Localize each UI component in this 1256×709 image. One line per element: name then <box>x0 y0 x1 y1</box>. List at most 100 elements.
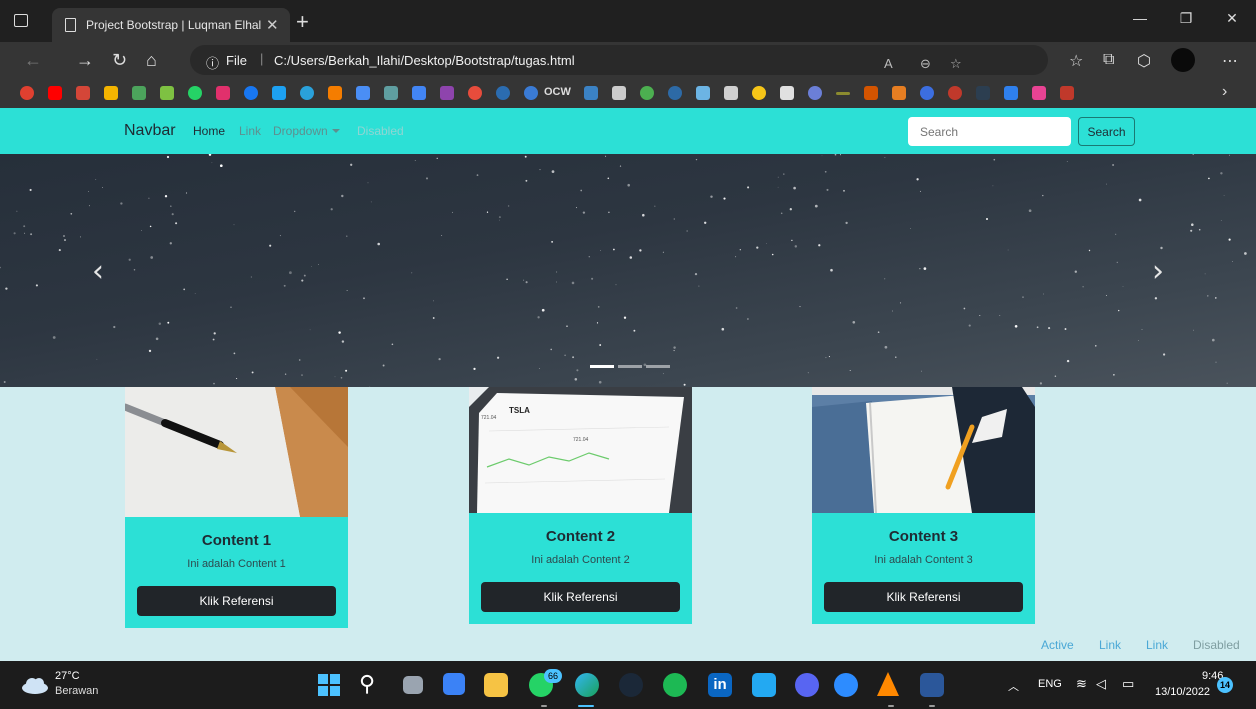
window-close-icon[interactable]: ✕ <box>1217 10 1247 27</box>
card-button-2[interactable]: Klik Referensi <box>481 582 680 612</box>
spotify-taskbar-icon[interactable] <box>663 673 687 697</box>
clock-date[interactable]: 13/10/2022 <box>1155 686 1210 698</box>
read-aloud-icon[interactable]: A <box>884 56 893 71</box>
new-tab-icon[interactable]: + <box>296 9 309 35</box>
app-bookmark-icon[interactable] <box>584 86 598 100</box>
nav-link-link[interactable]: Link <box>239 124 261 138</box>
notion-bookmark-icon[interactable] <box>780 86 794 100</box>
forward-icon[interactable]: → <box>76 50 94 71</box>
carousel-next-icon[interactable]: › <box>1152 254 1164 289</box>
volume-icon[interactable]: ◁ <box>1096 676 1106 692</box>
dash-bookmark-icon[interactable] <box>836 92 850 95</box>
trend-bookmark-icon[interactable] <box>132 86 146 100</box>
yellow-bookmark-icon[interactable] <box>752 86 766 100</box>
blogger-bookmark-icon[interactable] <box>328 86 342 100</box>
discord-taskbar-icon[interactable] <box>795 673 819 697</box>
figma-bookmark-icon[interactable] <box>892 86 906 100</box>
task-view-icon[interactable] <box>403 676 423 694</box>
refresh-icon[interactable]: ↻ <box>112 50 127 71</box>
vlc-taskbar-icon[interactable] <box>877 672 899 696</box>
carousel-indicator-2[interactable] <box>618 365 642 368</box>
zoom-taskbar-icon[interactable] <box>834 673 858 697</box>
telegram-bookmark-icon[interactable] <box>300 86 314 100</box>
image-bookmark-icon[interactable] <box>696 86 710 100</box>
browser-tab[interactable]: Project Bootstrap | Luqman Elhal ✕ <box>52 8 290 42</box>
red-bookmark-icon[interactable] <box>948 86 962 100</box>
edge-taskbar-icon[interactable] <box>575 673 599 697</box>
chevron-right-icon[interactable]: › <box>1222 83 1227 101</box>
windows-start-icon[interactable] <box>318 674 340 696</box>
restore-icon[interactable]: ❐ <box>1171 10 1201 27</box>
search-button[interactable]: Search <box>1078 117 1135 146</box>
ocw-globe-icon[interactable] <box>524 86 538 100</box>
drive-bookmark-icon[interactable] <box>104 86 118 100</box>
carousel-indicator-1[interactable] <box>590 365 614 368</box>
download-bookmark-icon[interactable] <box>1004 86 1018 100</box>
card-button-3[interactable]: Klik Referensi <box>824 582 1023 612</box>
steam-taskbar-icon[interactable] <box>619 673 643 697</box>
favorites-icon[interactable]: ☆ <box>1069 51 1083 71</box>
collections-icon[interactable]: ⧉ <box>1103 51 1114 69</box>
youtube-bookmark-icon[interactable] <box>48 86 62 100</box>
search-input[interactable] <box>908 117 1071 146</box>
pro-bookmark-icon[interactable] <box>440 86 454 100</box>
file-explorer-icon[interactable] <box>484 673 508 697</box>
vscode-taskbar-icon[interactable] <box>752 673 776 697</box>
globe-bookmark-icon[interactable] <box>496 86 510 100</box>
favorite-add-icon[interactable]: ☆ <box>950 56 962 72</box>
footer-link-2[interactable]: Link <box>1146 638 1168 652</box>
v-bookmark-icon[interactable] <box>724 86 738 100</box>
circle-bookmark-icon[interactable] <box>468 86 482 100</box>
cloud-icon[interactable] <box>20 675 50 695</box>
leaf-bookmark-icon[interactable] <box>640 86 654 100</box>
more-menu-icon[interactable]: ⋯ <box>1222 51 1238 71</box>
card-button-1[interactable]: Klik Referensi <box>137 586 336 616</box>
instagram-bookmark-icon[interactable] <box>216 86 230 100</box>
navbar-brand[interactable]: Navbar <box>124 122 176 140</box>
back-icon[interactable]: ← <box>24 50 42 71</box>
docs-tool-bookmark-icon[interactable] <box>384 86 398 100</box>
translate-bookmark-icon[interactable] <box>356 86 370 100</box>
linkedin-taskbar-icon[interactable]: in <box>708 673 732 697</box>
extensions-icon[interactable]: ⬡ <box>1137 51 1151 71</box>
wifi-icon[interactable]: ≋ <box>1076 676 1087 692</box>
carousel-prev-icon[interactable]: ‹ <box>92 254 104 289</box>
language-indicator[interactable]: ENG <box>1038 678 1062 690</box>
arrow-bookmark-icon[interactable] <box>1032 86 1046 100</box>
close-tab-icon[interactable]: ✕ <box>266 16 279 34</box>
footer-link-active[interactable]: Active <box>1041 638 1074 652</box>
weather-description[interactable]: Berawan <box>55 685 98 697</box>
google-docs-bookmark-icon[interactable] <box>412 86 426 100</box>
home-icon[interactable]: ⌂ <box>146 50 157 71</box>
sheet-bookmark-icon[interactable] <box>612 86 626 100</box>
notification-badge[interactable]: 14 <box>1217 677 1233 693</box>
web-bookmark-icon[interactable] <box>668 86 682 100</box>
tray-chevron-up-icon[interactable]: ︿ <box>1008 678 1019 694</box>
battery-icon[interactable]: ▭ <box>1122 676 1134 692</box>
carousel-indicator-3[interactable] <box>646 365 670 368</box>
address-bar[interactable]: ⓘ File | C:/Users/Berkah_Ilahi/Desktop/B… <box>190 45 1048 75</box>
whatsapp-bookmark-icon[interactable] <box>188 86 202 100</box>
footer-link-1[interactable]: Link <box>1099 638 1121 652</box>
twitter-bookmark-icon[interactable] <box>272 86 286 100</box>
ocw-bookmark[interactable]: OCW <box>544 86 571 98</box>
classroom-bookmark-icon[interactable] <box>160 86 174 100</box>
search-taskbar-icon[interactable]: ⚲ <box>359 671 375 697</box>
google-bookmark-icon[interactable] <box>20 86 34 100</box>
nav-dropdown[interactable]: Dropdown <box>273 124 340 138</box>
word-taskbar-icon[interactable] <box>920 673 944 697</box>
zoom-icon[interactable]: ⊖ <box>920 56 931 72</box>
c-bookmark-icon[interactable] <box>920 86 934 100</box>
weather-temperature[interactable]: 27°C <box>55 670 80 682</box>
e-bookmark-icon[interactable] <box>864 86 878 100</box>
widgets-icon[interactable] <box>443 673 465 695</box>
url-text[interactable]: C:/Users/Berkah_Ilahi/Desktop/Bootstrap/… <box>274 53 575 68</box>
blue-bookmark-icon[interactable] <box>808 86 822 100</box>
profile-avatar[interactable] <box>1171 48 1195 72</box>
info-icon[interactable]: ⓘ <box>206 53 219 72</box>
media-bookmark-icon[interactable] <box>1060 86 1074 100</box>
tab-actions-icon[interactable] <box>14 14 28 27</box>
facebook-bookmark-icon[interactable] <box>244 86 258 100</box>
nav-link-home[interactable]: Home <box>193 124 225 138</box>
tv-bookmark-icon[interactable] <box>976 86 990 100</box>
